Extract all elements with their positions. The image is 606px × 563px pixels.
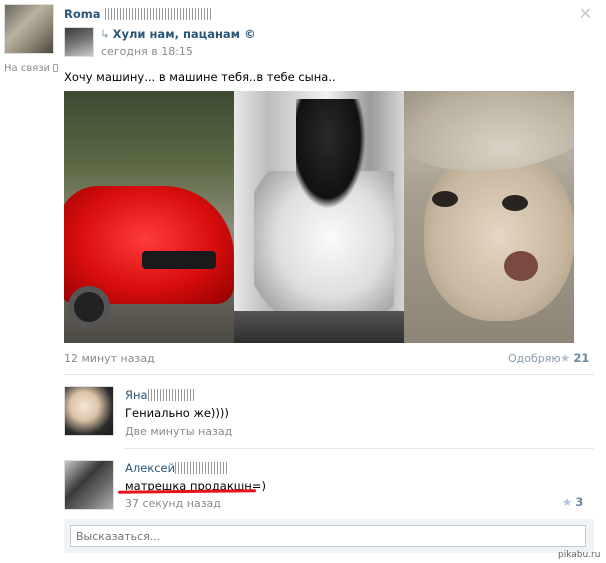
- comment-author-name[interactable]: Яна: [125, 388, 148, 402]
- source-time[interactable]: сегодня в 18:15: [101, 45, 193, 58]
- reply-area: [64, 519, 594, 553]
- girl-hair: [296, 99, 366, 209]
- mobile-phone-icon: [53, 64, 59, 72]
- redaction-scribble: [147, 389, 194, 401]
- photo-red-car[interactable]: [64, 91, 234, 343]
- divider: [124, 448, 594, 449]
- divider: [64, 374, 594, 375]
- comment-text: Гениально же)))): [125, 406, 229, 420]
- post-text: Хочу машину... в машине тебя..в тебе сын…: [64, 70, 336, 84]
- author-name-text[interactable]: Roma: [64, 7, 101, 21]
- source-avatar[interactable]: [64, 27, 94, 57]
- baby-face: [424, 151, 574, 321]
- car-grille: [142, 251, 216, 269]
- source-name[interactable]: Хули нам, пацанам ©: [113, 27, 256, 41]
- comment-author-name[interactable]: Алексей: [125, 461, 175, 475]
- watermark: pikabu.ru: [558, 550, 601, 560]
- comment-time[interactable]: 37 секунд назад: [125, 497, 221, 510]
- comment-like-counter[interactable]: ★ 3: [562, 495, 583, 509]
- redaction-scribble: [175, 462, 228, 474]
- like-count: 21: [573, 351, 590, 365]
- baby-hat: [404, 91, 574, 171]
- photo-collage[interactable]: [64, 91, 574, 343]
- post-age[interactable]: 12 минут назад: [64, 352, 155, 365]
- photo-girl[interactable]: [234, 91, 404, 343]
- highlight-underline: [117, 489, 257, 494]
- online-status: На связи: [4, 63, 59, 74]
- comment-time[interactable]: Две минуты назад: [125, 425, 232, 438]
- baby-eye-right: [502, 195, 528, 211]
- reply-input[interactable]: [70, 525, 586, 547]
- comment-like-count: 3: [575, 495, 584, 509]
- redaction-scribble: [104, 8, 213, 20]
- author-name[interactable]: Roma: [64, 7, 213, 21]
- car-wheel: [68, 286, 110, 328]
- author-avatar[interactable]: [4, 4, 54, 54]
- star-icon: ★: [560, 351, 571, 365]
- repost-icon: ↳: [100, 27, 110, 41]
- baby-mouth: [504, 251, 538, 281]
- source-link[interactable]: ↳ Хули нам, пацанам ©: [100, 27, 256, 41]
- star-icon: ★: [562, 495, 573, 509]
- close-icon[interactable]: ✕: [579, 4, 592, 23]
- comment-author[interactable]: Алексей: [125, 461, 228, 475]
- baby-eye-left: [432, 191, 458, 207]
- comment-author[interactable]: Яна: [125, 388, 194, 402]
- online-status-text: На связи: [4, 63, 51, 74]
- comment-avatar[interactable]: [64, 460, 114, 510]
- photo-baby[interactable]: [404, 91, 574, 343]
- like-button[interactable]: Одобряю: [508, 352, 561, 365]
- girl-floor: [234, 311, 404, 343]
- like-counter[interactable]: ★ 21: [560, 351, 589, 365]
- comment-avatar[interactable]: [64, 386, 114, 436]
